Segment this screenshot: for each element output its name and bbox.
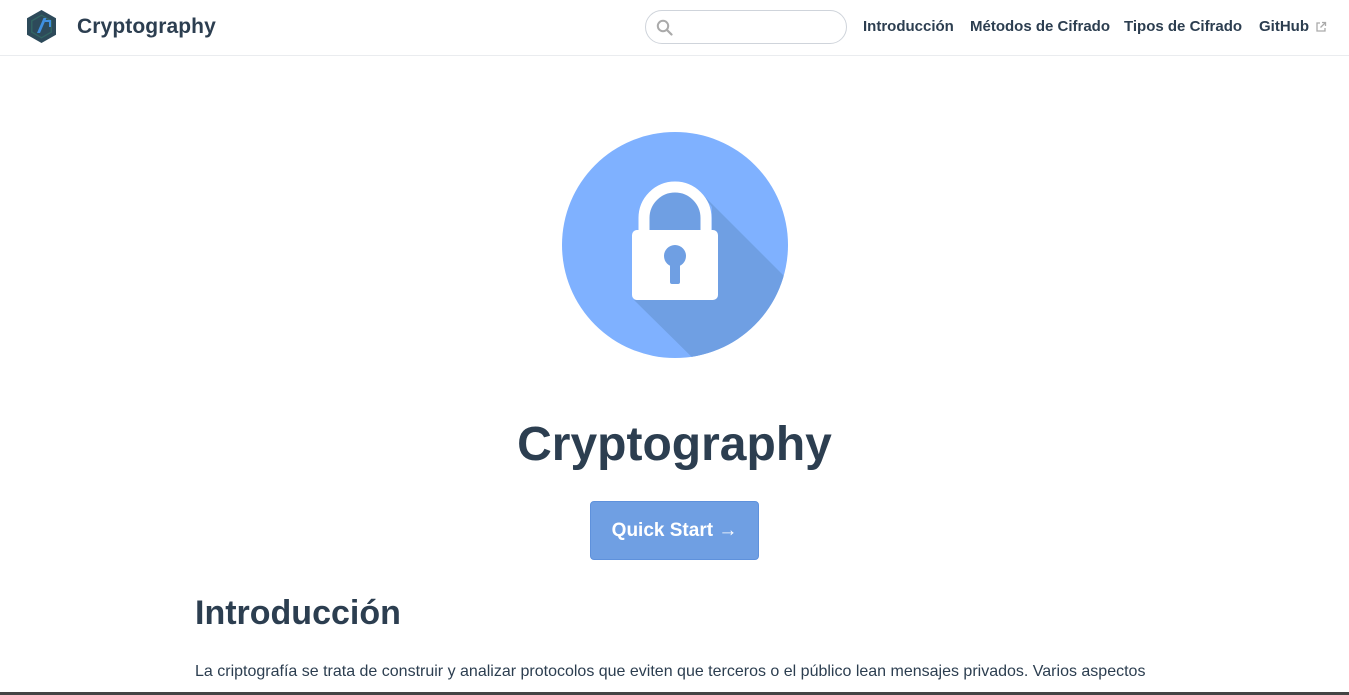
nav-link-introduccion[interactable]: Introducción <box>863 18 954 35</box>
nav-link-metodos-de-cifrado[interactable]: Métodos de Cifrado <box>970 18 1110 35</box>
search-icon <box>656 19 673 36</box>
home-link[interactable]: Cryptography <box>24 9 216 44</box>
section-title-introduccion: Introducción <box>195 594 401 632</box>
nav-link-github[interactable]: GitHub <box>1259 18 1327 35</box>
intro-paragraph: La criptografía se trata de construir y … <box>195 663 1146 680</box>
search-input[interactable] <box>678 15 838 39</box>
search-box <box>645 10 847 44</box>
external-link-icon <box>1316 21 1327 32</box>
navbar: Cryptography Introducción Métodos de Cif… <box>0 0 1349 56</box>
quick-start-button[interactable]: Quick Start → <box>590 501 759 560</box>
hero-title: Cryptography <box>517 418 832 471</box>
hexagon-logo-icon <box>27 10 56 43</box>
nav-link-tipos-de-cifrado[interactable]: Tipos de Cifrado <box>1124 18 1242 35</box>
padlock-icon <box>562 132 788 358</box>
nav-link-github-label: GitHub <box>1259 18 1309 35</box>
site-name: Cryptography <box>77 14 216 38</box>
